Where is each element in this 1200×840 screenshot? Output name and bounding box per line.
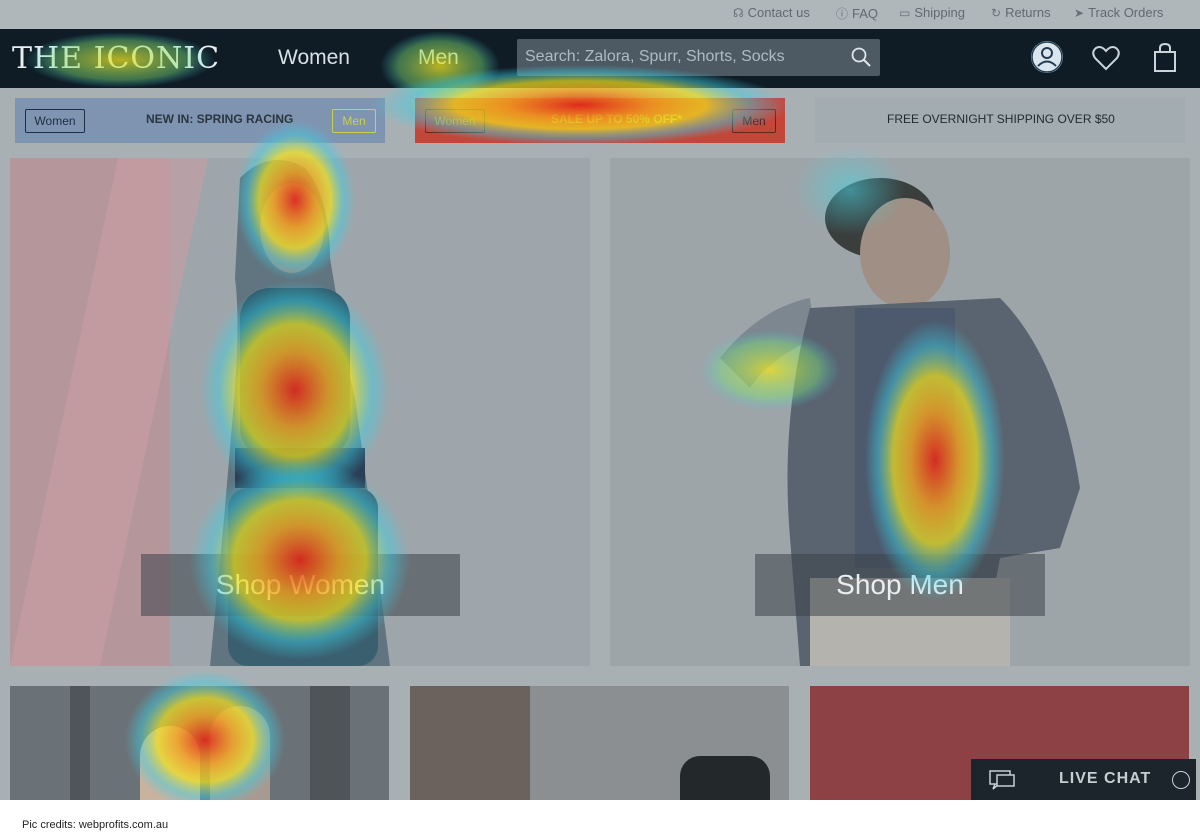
faq-label: FAQ <box>852 6 879 21</box>
track-orders-label: Track Orders <box>1088 5 1164 20</box>
search-icon[interactable] <box>850 46 872 68</box>
shoe-shape <box>680 756 770 800</box>
live-chat-label: LIVE CHAT <box>1059 770 1152 787</box>
main-nav: THE ICONIC Women Men Search: Zalora, Spu… <box>0 29 1200 88</box>
page-screenshot: ☊ Contact us ⓘ FAQ ▭ Shipping ↻ Returns ➤ Tra… <box>0 0 1200 800</box>
truck-icon: ▭ <box>899 6 911 20</box>
leg-shape <box>410 686 530 800</box>
shipping-link[interactable]: ▭ Shipping <box>899 5 965 20</box>
promo-sale-women-button[interactable]: Women <box>425 109 485 133</box>
search-input[interactable]: Search: Zalora, Spurr, Shorts, Socks <box>517 39 880 76</box>
promo-spring-racing[interactable]: Women NEW IN: SPRING RACING Men <box>15 98 385 143</box>
utility-bar: ☊ Contact us ⓘ FAQ ▭ Shipping ↻ Returns ➤ Tra… <box>0 0 1200 29</box>
returns-icon: ↻ <box>991 6 1002 20</box>
hero-men[interactable]: Shop Men <box>610 158 1190 666</box>
promo-free-shipping[interactable]: FREE OVERNIGHT SHIPPING OVER $50 <box>815 98 1185 143</box>
promo-sale-text: SALE UP TO 50% OFF* <box>551 112 682 126</box>
person-shape-second <box>210 706 270 800</box>
nav-women[interactable]: Women <box>278 46 350 70</box>
shopping-bag-icon[interactable] <box>1153 43 1177 73</box>
promo-spring-racing-text: NEW IN: SPRING RACING <box>146 112 294 126</box>
person-shape <box>140 726 200 800</box>
search-placeholder: Search: Zalora, Spurr, Shorts, Socks <box>525 48 785 65</box>
track-orders-link[interactable]: ➤ Track Orders <box>1074 5 1163 20</box>
faq-link[interactable]: ⓘ FAQ <box>836 5 878 22</box>
promo-sale[interactable]: Women SALE UP TO 50% OFF* Men <box>415 98 785 143</box>
heart-icon[interactable] <box>1092 45 1120 71</box>
account-icon[interactable] <box>1031 41 1063 73</box>
hero-women[interactable]: Shop Women <box>10 158 590 666</box>
question-icon: ⓘ <box>836 7 849 21</box>
contact-us-label: Contact us <box>747 5 810 20</box>
column-shape-right <box>310 686 350 800</box>
promo-sale-men-button[interactable]: Men <box>732 109 776 133</box>
column-shape <box>70 686 90 800</box>
shipping-label: Shipping <box>914 5 965 20</box>
shop-women-button[interactable]: Shop Women <box>141 554 460 616</box>
send-icon: ➤ <box>1074 6 1085 20</box>
nav-men[interactable]: Men <box>418 46 459 70</box>
tile-legs-image[interactable] <box>410 686 789 800</box>
chevron-up-icon[interactable] <box>1172 771 1190 789</box>
shop-men-button[interactable]: Shop Men <box>755 554 1045 616</box>
site-logo[interactable]: THE ICONIC <box>12 41 220 76</box>
returns-label: Returns <box>1005 5 1051 20</box>
returns-link[interactable]: ↻ Returns <box>991 5 1051 20</box>
chat-icon <box>989 770 1015 790</box>
tile-couple-image[interactable] <box>10 686 389 800</box>
image-credit: Pic credits: webprofits.com.au <box>22 819 169 831</box>
live-chat-button[interactable]: LIVE CHAT <box>971 759 1196 800</box>
promo-women-button[interactable]: Women <box>25 109 85 133</box>
promo-free-shipping-text: FREE OVERNIGHT SHIPPING OVER $50 <box>887 112 1115 126</box>
headset-icon: ☊ <box>733 6 744 20</box>
contact-us-link[interactable]: ☊ Contact us <box>733 5 810 20</box>
promo-men-button[interactable]: Men <box>332 109 376 133</box>
